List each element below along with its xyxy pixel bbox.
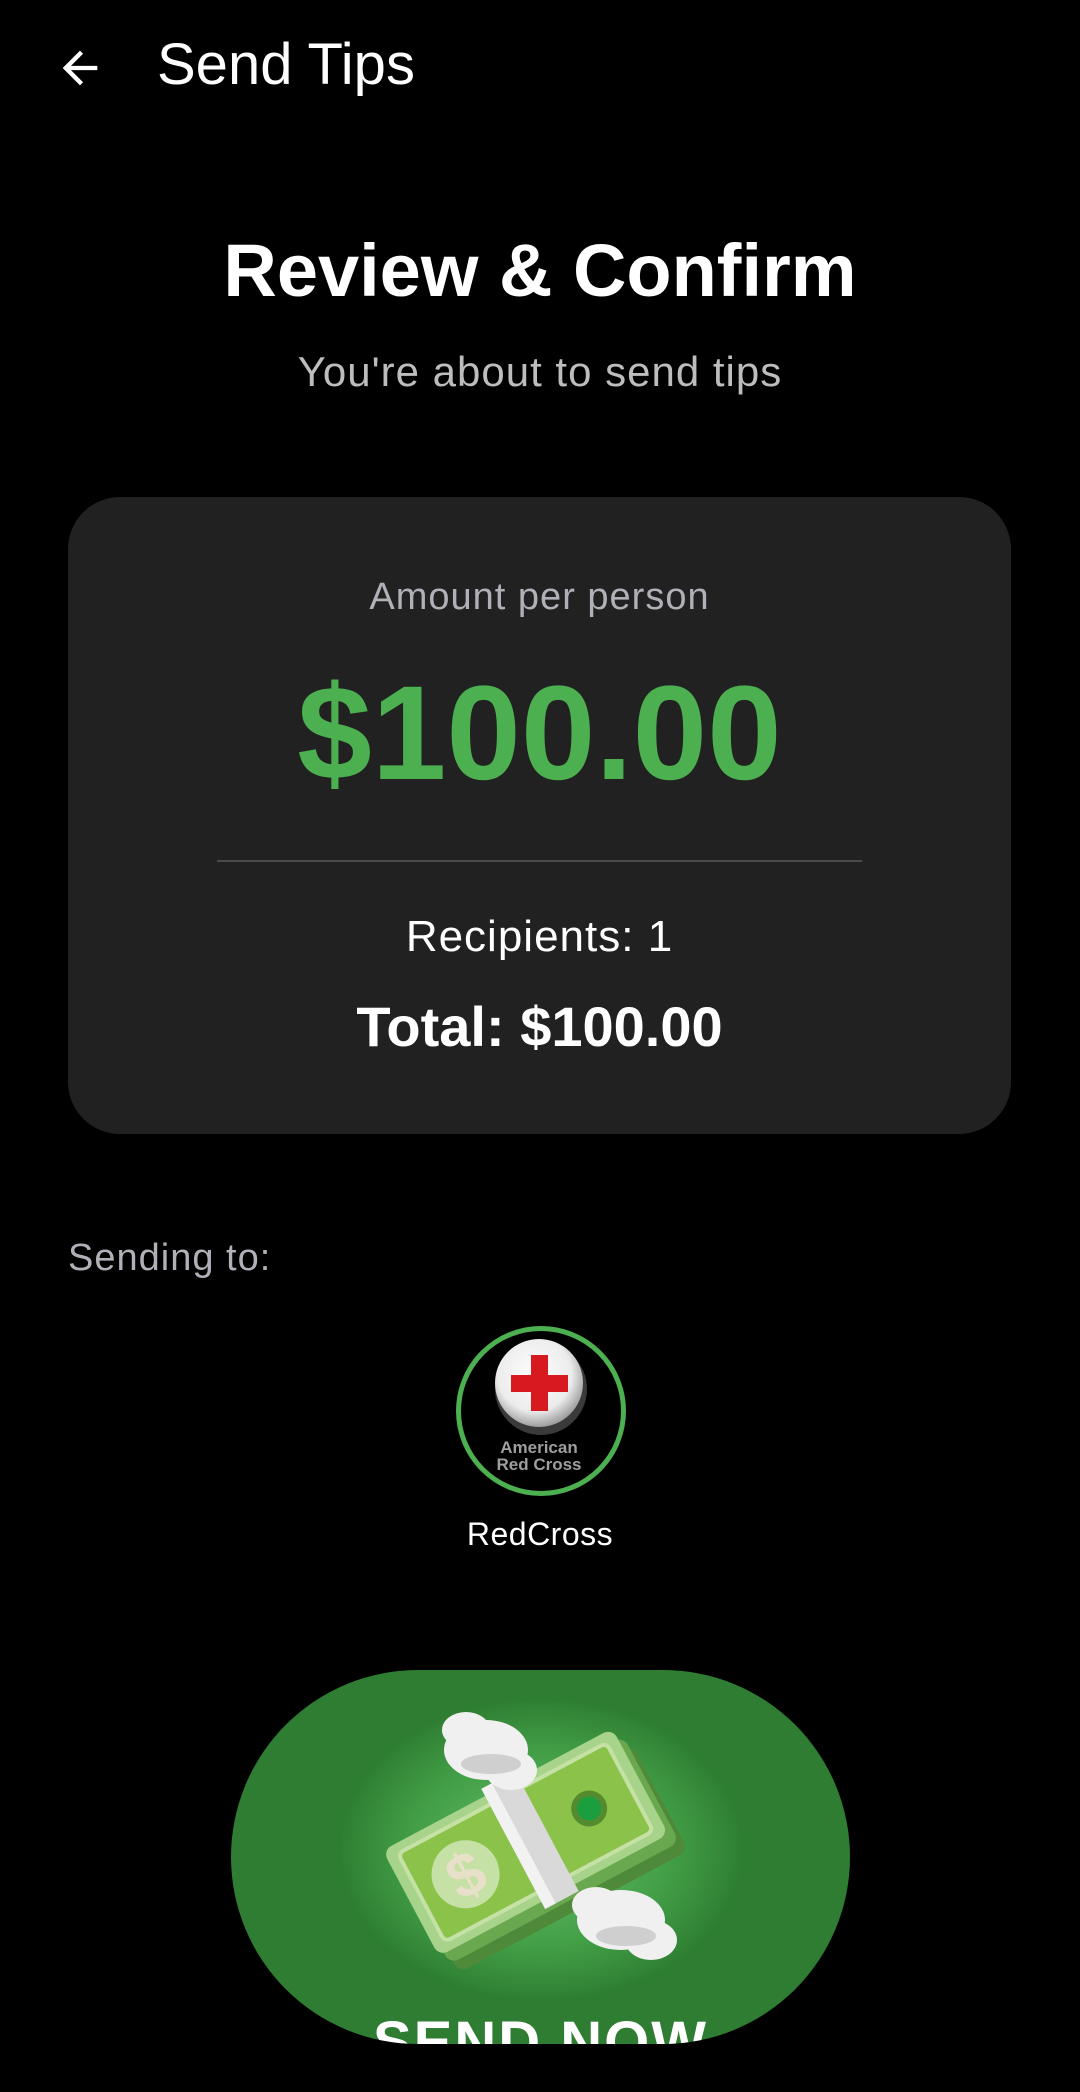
page-subtitle: You're about to send tips <box>297 348 783 395</box>
arrow-left-icon <box>62 50 98 86</box>
amount-value: $100.00 <box>297 659 782 808</box>
summary-card: Amount per person $100.00 Recipients: 1 … <box>68 497 1011 1134</box>
send-now-button[interactable]: $ SEND NOW <box>231 1670 850 2044</box>
app-title: Send Tips <box>157 32 415 97</box>
recipient-name: RedCross <box>466 1516 614 1552</box>
send-now-label: SEND NOW <box>373 2010 708 2044</box>
sending-to-label: Sending to: <box>68 1237 272 1279</box>
back-button[interactable] <box>44 32 116 104</box>
amount-label: Amount per person <box>369 576 710 618</box>
money-with-wings-icon: $ <box>386 1712 686 1970</box>
recipient-avatar: American Red Cross <box>456 1326 626 1496</box>
recipient-item[interactable]: American Red Cross RedCross <box>440 1326 640 1566</box>
red-cross-logo-line2: Red Cross <box>496 1455 581 1474</box>
app-bar: Send Tips <box>0 0 1080 130</box>
red-cross-logo: American Red Cross <box>495 1339 587 1474</box>
card-divider <box>217 860 862 862</box>
recipients-count: Recipients: 1 <box>405 912 674 961</box>
page-title: Review & Confirm <box>223 229 857 312</box>
total-amount: Total: $100.00 <box>356 995 723 1058</box>
